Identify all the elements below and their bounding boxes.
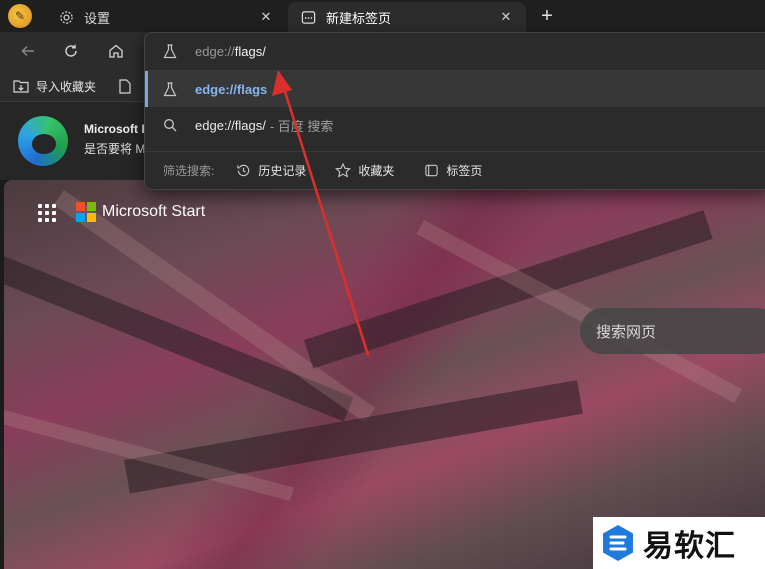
- document-icon: [116, 78, 134, 94]
- profile-avatar[interactable]: ✎: [8, 4, 32, 28]
- apps-grid-icon[interactable]: [38, 204, 56, 222]
- microsoft-logo-icon: [76, 202, 96, 222]
- edge-logo-icon: [18, 116, 68, 166]
- watermark: 易软汇: [593, 517, 765, 569]
- flask-icon: [163, 44, 179, 59]
- refresh-icon: [65, 44, 77, 57]
- filter-history-label: 历史记录: [258, 164, 307, 178]
- home-button[interactable]: [102, 38, 130, 64]
- profile-glyph-icon: ✎: [14, 9, 26, 23]
- suggestion-baidu-search[interactable]: edge://flags/ - 百度 搜索: [145, 107, 765, 143]
- notice-title: Microsoft E: [84, 122, 144, 136]
- tab-strip: ✎ 设置 ✕ 新建标签页 ✕ +: [0, 0, 765, 32]
- tab-label: 新建标签页: [326, 10, 392, 26]
- filter-history-button[interactable]: 历史记录: [234, 162, 306, 179]
- suggestion-flags[interactable]: edge://flags: [145, 71, 765, 107]
- filter-favorites-label: 收藏夹: [358, 164, 395, 178]
- star-icon: [334, 163, 352, 179]
- suggestion-suffix: - 百度 搜索: [269, 118, 334, 134]
- tab-label: 设置: [84, 10, 111, 26]
- filter-tabs-label: 标签页: [446, 164, 483, 178]
- flask-icon: [163, 81, 179, 97]
- microsoft-start-brand[interactable]: Microsoft Start: [76, 202, 205, 222]
- import-favorites-label: 导入收藏夹: [36, 79, 97, 94]
- notice-text: 是否要将 M: [84, 142, 144, 156]
- tab-settings[interactable]: 设置 ✕: [46, 2, 286, 32]
- address-input[interactable]: edge://flags/: [145, 33, 765, 71]
- filter-tabs-button[interactable]: 标签页: [422, 162, 482, 179]
- suggestion-text: edge://flags/: [195, 117, 266, 133]
- address-scheme: edge://: [195, 44, 235, 59]
- back-button[interactable]: [14, 38, 42, 64]
- import-favorites-button[interactable]: 导入收藏夹: [12, 76, 96, 96]
- microsoft-start-label: Microsoft Start: [102, 203, 206, 220]
- search-placeholder: 搜索网页: [596, 323, 657, 341]
- newtab-page-icon: [300, 9, 316, 25]
- refresh-button[interactable]: [57, 38, 85, 64]
- suggestion-text: edge://flags: [195, 81, 268, 97]
- arrow-left-icon: [21, 46, 34, 56]
- background-ridge: [4, 240, 354, 422]
- web-search-input[interactable]: 搜索网页: [580, 308, 765, 354]
- filter-favorites-button[interactable]: 收藏夹: [334, 162, 394, 179]
- search-icon: [163, 118, 179, 132]
- close-tab-icon[interactable]: ✕: [498, 9, 514, 25]
- new-tab-button[interactable]: +: [534, 4, 560, 28]
- filter-label: 筛选搜索:: [163, 164, 215, 178]
- search-filters: 筛选搜索: 历史记录 收藏夹 标签页: [145, 151, 765, 189]
- history-icon: [234, 163, 252, 179]
- tab-new-tab[interactable]: 新建标签页 ✕: [288, 2, 526, 32]
- home-icon: [109, 44, 123, 58]
- import-favorites-icon: [12, 78, 30, 94]
- address-host: flags/: [234, 44, 266, 59]
- watermark-logo-icon: [603, 525, 633, 561]
- gear-icon: [58, 9, 74, 25]
- tabs-icon: [422, 163, 440, 179]
- close-tab-icon[interactable]: ✕: [258, 9, 274, 25]
- watermark-text: 易软汇: [643, 529, 736, 564]
- favorite-item-document[interactable]: [116, 76, 140, 96]
- new-tab-page-background: Microsoft Start 搜索网页: [4, 180, 765, 569]
- address-bar-dropdown: edge://flags/ edge://flags edge://flags/…: [144, 32, 765, 190]
